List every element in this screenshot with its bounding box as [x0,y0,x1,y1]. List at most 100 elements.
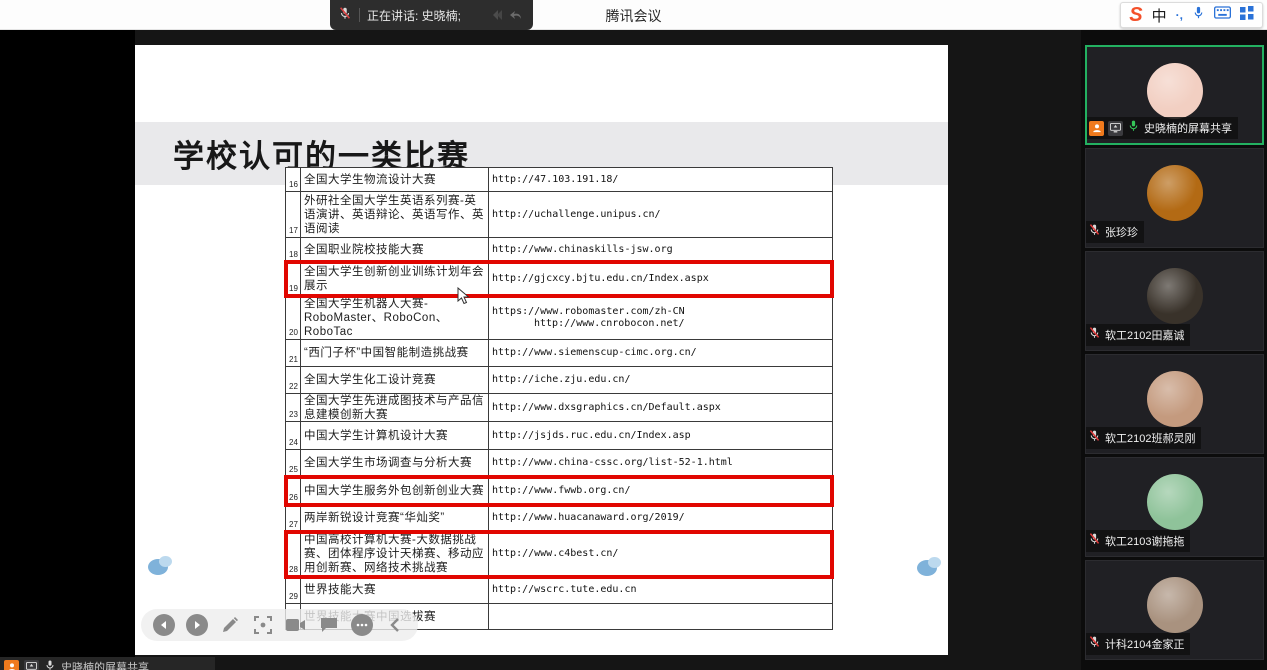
competition-name: 外研社全国大学生英语系列赛-英语演讲、英语辩论、英语写作、英语阅读 [301,192,489,237]
participant-name: 软工2102班郝灵刚 [1105,430,1195,446]
competition-name: 全国大学生市场调查与分析大赛 [301,450,489,476]
participant-label: 软工2102田嘉诚 [1086,324,1190,346]
speaker-box-arrows [489,7,525,23]
table-row: 16全国大学生物流设计大赛http://47.103.191.18/ [286,168,832,192]
competition-url: http://jsjds.ruc.edu.cn/Index.asp [489,422,832,449]
more-icon[interactable] [351,614,373,636]
mic-muted-icon [338,6,352,25]
mic-muted-icon [1088,429,1101,447]
competition-name: “西门子杯”中国智能制造挑战赛 [301,340,489,366]
participant-label: 计科2104金家正 [1086,633,1190,655]
ime-toolbar[interactable]: S 中 ·, [1120,2,1263,28]
table-row: 24中国大学生计算机设计大赛http://jsjds.ruc.edu.cn/In… [286,422,832,450]
table-row: 19全国大学生创新创业训练计划年会展示http://gjcxcy.bjtu.ed… [286,262,832,296]
shared-screen-slide: 学校认可的一类比赛 16全国大学生物流设计大赛http://47.103.191… [135,45,948,655]
competition-url: http://www.chinaskills-jsw.org [489,238,832,261]
competition-name: 全国职业院校技能大赛 [301,238,489,261]
bottom-share-status-bar: 史晓楠的屏幕共享 [0,657,215,670]
competition-url: http://uchallenge.unipus.cn/ [489,192,832,237]
row-number: 22 [286,367,301,393]
table-row: 21“西门子杯”中国智能制造挑战赛http://www.siemenscup-c… [286,340,832,367]
mouse-cursor [457,287,470,310]
meeting-window: 腾讯会议 正在讲话: 史晓楠; S 中 ·, [0,0,1267,670]
ime-punctuation-toggle[interactable]: ·, [1176,8,1183,22]
row-number: 25 [286,450,301,476]
avatar [1147,63,1203,119]
row-number: 27 [286,505,301,531]
competition-url: http://47.103.191.18/ [489,168,832,191]
screenshare-icon [1108,121,1123,136]
competition-table: 16全国大学生物流设计大赛http://47.103.191.18/17外研社全… [285,167,833,630]
row-number: 20 [286,296,301,339]
share-status-label: 史晓楠的屏幕共享 [61,659,149,670]
row-number: 19 [286,262,301,295]
table-row: 29世界技能大赛http://wscrc.tute.edu.cn [286,577,832,604]
presenter-icon [4,660,19,670]
participant-label: 史晓楠的屏幕共享 [1087,117,1238,139]
competition-name: 世界技能大赛 [301,577,489,603]
avatar [1147,577,1203,633]
table-row: 27两岸新锐设计竞赛“华灿奖”http://www.huacanaward.or… [286,505,832,532]
competition-name: 全国大学生物流设计大赛 [301,168,489,191]
row-number: 23 [286,394,301,421]
competition-url [489,604,832,629]
participant-name: 史晓楠的屏幕共享 [1144,120,1232,136]
row-number: 18 [286,238,301,261]
table-row: 25全国大学生市场调查与分析大赛http://www.china-cssc.or… [286,450,832,477]
collapse-icon[interactable] [384,614,406,636]
competition-url: http://www.siemenscup-cimc.org.cn/ [489,340,832,366]
avatar [1147,268,1203,324]
window-title: 腾讯会议 [0,6,1267,26]
ime-keyboard-icon[interactable] [1214,6,1231,24]
chat-icon[interactable] [318,614,340,636]
participant-label: 软工2103谢拖拖 [1086,530,1190,552]
competition-url: http://www.huacanaward.org/2019/ [489,505,832,531]
competition-name: 中国高校计算机大赛-大数据挑战赛、团体程序设计天梯赛、移动应用创新赛、网络技术挑… [301,532,489,576]
competition-name: 全国大学生先进成图技术与产品信息建模创新大赛 [301,394,489,421]
participant-tile[interactable]: 张珍珍 [1085,148,1264,248]
ime-grid-icon[interactable] [1240,6,1254,25]
participant-tile[interactable]: 软工2102田嘉诚 [1085,251,1264,351]
table-row: 18全国职业院校技能大赛http://www.chinaskills-jsw.o… [286,238,832,262]
participant-name: 张珍珍 [1105,224,1138,240]
letterbox-left [0,30,135,670]
participant-tile[interactable]: 史晓楠的屏幕共享 [1085,45,1264,145]
participant-list: 史晓楠的屏幕共享张珍珍软工2102田嘉诚软工2102班郝灵刚软工2103谢拖拖计… [1081,45,1267,660]
sogou-logo-icon[interactable]: S [1129,5,1142,25]
participant-tile[interactable]: 计科2104金家正 [1085,560,1264,660]
participant-label: 软工2102班郝灵刚 [1086,427,1201,449]
mic-on-icon [44,658,56,670]
speaking-label: 正在讲话: 史晓楠; [367,7,461,24]
participant-name: 软工2103谢拖拖 [1105,533,1184,549]
undo-arrow-icon [509,7,525,23]
participant-tile[interactable]: 软工2103谢拖拖 [1085,457,1264,557]
mic-muted-icon [1088,223,1101,241]
competition-url: http://gjcxcy.bjtu.edu.cn/Index.aspx [489,262,832,295]
avatar [1147,165,1203,221]
table-row: 26中国大学生服务外包创新创业大赛http://www.fwwb.org.cn/ [286,477,832,505]
row-number: 16 [286,168,301,191]
prev-icon[interactable] [153,614,175,636]
competition-url: http://www.china-cssc.org/list-52-1.html [489,450,832,476]
participant-sidebar: 史晓楠的屏幕共享张珍珍软工2102田嘉诚软工2102班郝灵刚软工2103谢拖拖计… [1081,30,1267,670]
divider [359,8,360,22]
ime-mic-icon[interactable] [1192,5,1205,25]
row-number: 26 [286,477,301,504]
competition-name: 全国大学生化工设计竞赛 [301,367,489,393]
focus-icon[interactable] [252,614,274,636]
pencil-icon[interactable] [219,614,241,636]
table-row: 17外研社全国大学生英语系列赛-英语演讲、英语辩论、英语写作、英语阅读http:… [286,192,832,238]
ime-language-toggle[interactable]: 中 [1152,5,1167,26]
table-row: 23全国大学生先进成图技术与产品信息建模创新大赛http://www.dxsgr… [286,394,832,422]
presentation-toolbar [141,609,418,641]
competition-name: 两岸新锐设计竞赛“华灿奖” [301,505,489,531]
participant-tile[interactable]: 软工2102班郝灵刚 [1085,354,1264,454]
camera-icon[interactable] [285,614,307,636]
competition-url: http://www.dxsgraphics.cn/Default.aspx [489,394,832,421]
competition-name: 中国大学生计算机设计大赛 [301,422,489,449]
next-icon[interactable] [186,614,208,636]
participant-name: 软工2102田嘉诚 [1105,327,1184,343]
mic-on-icon [1127,119,1140,137]
row-number: 17 [286,192,301,237]
competition-url: http://www.fwwb.org.cn/ [489,477,832,504]
